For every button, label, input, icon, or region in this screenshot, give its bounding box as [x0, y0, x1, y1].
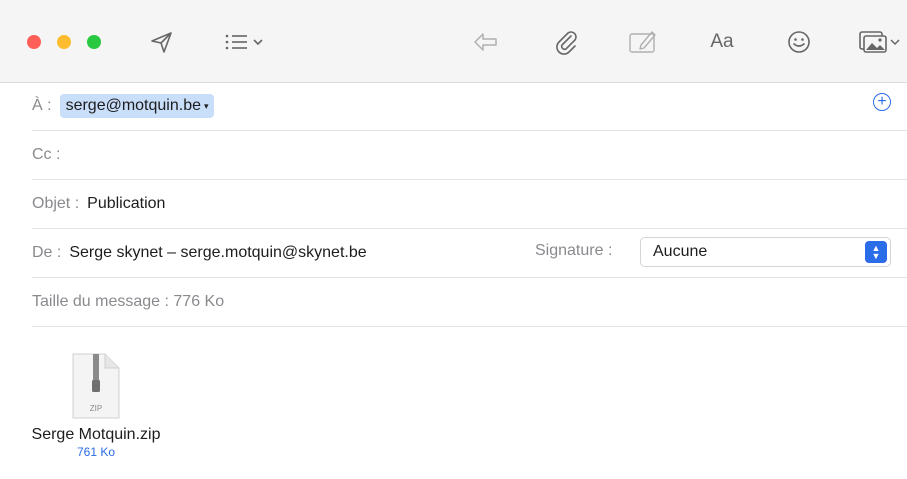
- recipient-token[interactable]: serge@motquin.be ▾: [59, 94, 214, 118]
- chevron-down-icon: ▾: [204, 100, 209, 111]
- cc-label: Cc :: [32, 146, 61, 163]
- markup-button[interactable]: [627, 28, 659, 56]
- attachment-name: Serge Motquin.zip: [31, 426, 161, 443]
- zip-file-icon: ZIP: [71, 352, 121, 420]
- from-label: De :: [32, 244, 62, 261]
- paperclip-icon: [556, 31, 577, 55]
- cc-row[interactable]: Cc :: [32, 131, 907, 180]
- emoji-icon: [788, 31, 810, 53]
- file-type-label: ZIP: [89, 404, 103, 413]
- photo-browser-icon: [859, 31, 887, 53]
- attachment-size: 761 Ko: [76, 445, 116, 459]
- subject-field[interactable]: Publication: [87, 195, 165, 213]
- subject-label: Objet :: [32, 195, 80, 212]
- from-row: De : Serge skynet – serge.motquin@skynet…: [32, 229, 907, 278]
- subject-row[interactable]: Objet : Publication: [32, 180, 907, 229]
- send-icon: [151, 32, 172, 53]
- photo-browser-button[interactable]: [854, 28, 904, 56]
- signature-label: Signature :: [535, 242, 613, 259]
- header-fields-button[interactable]: [219, 30, 269, 54]
- stepper-arrows-icon: ▲ ▼: [865, 241, 887, 263]
- message-size-text: Taille du message : 776 Ko: [32, 293, 225, 310]
- chevron-down-icon: [890, 39, 900, 46]
- signature-select[interactable]: Aucune ▲ ▼: [640, 237, 891, 267]
- emoji-button[interactable]: [786, 29, 812, 55]
- reply-icon: [474, 33, 497, 51]
- to-label: À :: [32, 97, 52, 114]
- signature-value: Aucune: [653, 243, 708, 260]
- zoom-button[interactable]: [87, 35, 101, 49]
- message-size-row: Taille du message : 776 Ko: [32, 278, 907, 327]
- add-contact-button[interactable]: +: [873, 93, 891, 111]
- recipient-address: serge@motquin.be: [65, 97, 201, 114]
- to-row: À : serge@motquin.be ▾ +: [32, 82, 907, 131]
- reply-button[interactable]: [471, 29, 501, 55]
- attach-button[interactable]: [551, 27, 581, 57]
- toolbar: Aa: [0, 0, 907, 83]
- format-button[interactable]: Aa: [704, 29, 740, 55]
- close-button[interactable]: [27, 35, 41, 49]
- list-icon: [225, 34, 247, 50]
- chevron-down-icon: [252, 39, 263, 46]
- format-label: Aa: [710, 31, 734, 52]
- send-button[interactable]: [148, 28, 176, 56]
- attachment[interactable]: ZIP Serge Motquin.zip 761 Ko: [30, 352, 162, 459]
- markup-icon: [629, 31, 656, 53]
- from-account-popup[interactable]: Serge skynet – serge.motquin@skynet.be: [69, 244, 366, 262]
- minimize-button[interactable]: [57, 35, 71, 49]
